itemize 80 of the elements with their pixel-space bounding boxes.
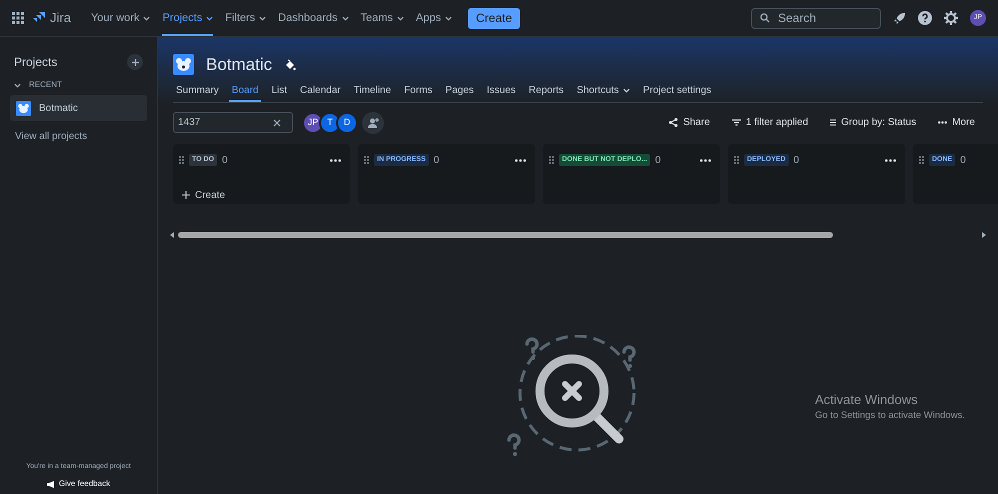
project-tab[interactable]: Pages	[442, 82, 477, 102]
chevron-down-icon	[143, 16, 150, 20]
toolbar-button[interactable]: 1 filter applied	[732, 115, 808, 130]
scroll-right-icon[interactable]	[981, 232, 986, 238]
add-person-icon	[368, 118, 378, 128]
board-search-box[interactable]: 1437	[173, 112, 293, 133]
project-name: Botmatic	[206, 54, 272, 76]
issue-count: 0	[960, 154, 966, 168]
nav-item[interactable]: Filters	[225, 0, 266, 36]
toolbar-button[interactable]: Group by: Status	[830, 115, 916, 130]
project-logo-icon	[16, 100, 31, 116]
drag-handle-icon[interactable]	[364, 156, 369, 164]
more-icon[interactable]	[330, 158, 341, 162]
clear-icon[interactable]	[273, 118, 281, 126]
board-search-field[interactable]: 1437	[178, 115, 273, 130]
paint-bucket-icon[interactable]	[284, 58, 296, 71]
sidebar-title: Projects	[14, 54, 58, 71]
chevron-down-icon	[206, 16, 214, 20]
drag-handle-icon[interactable]	[734, 156, 739, 164]
nav-item[interactable]: Apps	[416, 0, 452, 36]
project-tab[interactable]: Issues	[484, 82, 519, 102]
scrollbar-thumb[interactable]	[178, 232, 833, 238]
project-tab[interactable]: Project settings	[640, 82, 714, 102]
chevron-down-icon	[396, 16, 404, 20]
more-icon[interactable]	[515, 158, 526, 162]
project-tab[interactable]: List	[268, 82, 290, 102]
settings-icon[interactable]	[944, 11, 958, 25]
nav-item[interactable]: Dashboards	[278, 0, 348, 36]
project-tab[interactable]: Shortcuts	[574, 82, 633, 102]
share-icon	[669, 118, 678, 127]
scroll-left-icon[interactable]	[170, 232, 175, 238]
issue-count: 0	[655, 154, 661, 168]
search-field[interactable]: Search	[778, 9, 868, 27]
drag-handle-icon[interactable]	[179, 156, 184, 164]
project-tab[interactable]: Summary	[173, 82, 222, 102]
issue-count: 0	[222, 154, 228, 168]
create-issue-button[interactable]: Create	[182, 188, 226, 202]
view-all-projects-link[interactable]: View all projects	[10, 129, 147, 144]
issue-count: 0	[794, 154, 800, 168]
help-icon[interactable]	[918, 11, 932, 25]
plus-icon	[182, 191, 190, 199]
more-icon[interactable]	[885, 158, 896, 162]
search-box[interactable]: Search	[751, 8, 881, 28]
more-icon	[938, 121, 948, 124]
more-icon[interactable]	[700, 158, 711, 162]
issue-count: 0	[434, 154, 440, 168]
create-button[interactable]: Create	[468, 8, 520, 28]
horizontal-scrollbar[interactable]	[170, 230, 986, 240]
section-label: RECENT	[29, 79, 62, 91]
add-people-button[interactable]	[362, 112, 384, 134]
chevron-down-icon	[342, 16, 348, 20]
toolbar-button[interactable]: More	[938, 115, 975, 130]
give-feedback-button[interactable]: Give feedback	[46, 478, 110, 490]
drag-handle-icon[interactable]	[549, 156, 554, 164]
plus-icon	[132, 58, 138, 66]
nav-item[interactable]: Teams	[360, 0, 404, 36]
activation-notice-title: Activate Windows	[815, 390, 919, 408]
user-avatar[interactable]: D	[336, 112, 358, 134]
app-switcher-icon[interactable]	[12, 12, 24, 24]
filter-icon	[732, 119, 741, 126]
project-tab[interactable]: Calendar	[297, 82, 344, 102]
product-name[interactable]: Jira	[50, 8, 71, 28]
project-tab[interactable]: Reports	[526, 82, 567, 102]
rocket-icon[interactable]	[893, 12, 906, 24]
nav-item[interactable]: Your work	[90, 0, 150, 36]
chevron-down-icon	[444, 16, 452, 20]
add-project-button[interactable]	[127, 54, 143, 70]
project-tab[interactable]: Board	[228, 82, 262, 102]
project-tab[interactable]: Forms	[401, 82, 436, 102]
search-icon	[760, 13, 770, 23]
toolbar-button[interactable]: Share	[669, 115, 710, 130]
drag-handle-icon[interactable]	[919, 156, 924, 164]
chevron-down-icon	[259, 16, 266, 20]
list-icon	[830, 119, 836, 126]
megaphone-icon	[46, 480, 55, 488]
project-logo-icon	[173, 54, 194, 76]
project-tab[interactable]: Timeline	[350, 82, 394, 102]
activation-notice-text: Go to Settings to activate Windows.	[815, 409, 965, 423]
chevron-down-icon[interactable]	[14, 82, 21, 88]
sidebar-item[interactable]: Botmatic	[10, 95, 147, 121]
